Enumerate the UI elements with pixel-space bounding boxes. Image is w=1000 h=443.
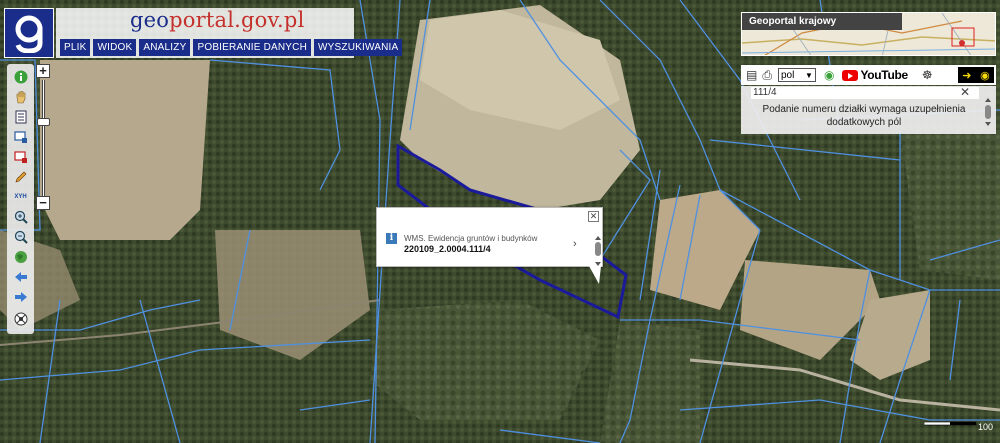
info-icon[interactable] [10, 67, 31, 87]
pencil-icon[interactable] [10, 167, 31, 187]
eye-icon: ◉ [980, 69, 990, 82]
search-message: Podanie numeru działki wymaga uzupełnien… [762, 104, 966, 128]
main-menu: PLIK WIDOK ANALIZY POBIERANIE DANYCH WYS… [60, 39, 403, 56]
youtube-play-icon [842, 69, 859, 81]
back-arrow-icon[interactable] [10, 267, 31, 287]
pan-hand-icon[interactable] [10, 87, 31, 107]
brand-title: geoportal.gov.pl [130, 8, 305, 32]
zoom-minus-button[interactable]: − [36, 196, 50, 210]
popup-parcel-id[interactable]: 220109_2.0004.111/4 [404, 244, 491, 254]
info-icon: i [386, 233, 397, 244]
brand-bar: geoportal.gov.pl PLIK WIDOK ANALIZY POBI… [56, 8, 403, 58]
help-icon[interactable]: ◉ [824, 68, 834, 82]
youtube-label: YouTube [860, 68, 908, 82]
document-icon[interactable]: ▤ [746, 68, 757, 82]
print-icon[interactable]: ⎙ [762, 68, 772, 83]
language-select[interactable]: pol ▼ [777, 68, 816, 82]
scale-label: 100 [978, 422, 994, 432]
app-header: geoportal.gov.pl PLIK WIDOK ANALIZY POBI… [4, 8, 403, 58]
geoportal-logo-icon [15, 15, 43, 53]
menu-item-wyszukiwania[interactable]: WYSZUKIWANIA [314, 39, 403, 56]
right-tool-bar: ▤ ⎙ pol ▼ ◉ YouTube ☸ ➜ ◉ [741, 65, 996, 85]
close-icon[interactable]: ✕ [588, 211, 599, 222]
select-remove-icon[interactable] [10, 147, 31, 167]
left-toolbar: XYH [7, 64, 34, 334]
overview-map[interactable]: Geoportal krajowy [741, 12, 996, 56]
zoom-in-icon[interactable] [10, 207, 31, 227]
xyh-label: XYH [14, 194, 27, 200]
zoom-control: + − [36, 64, 52, 214]
layers-icon[interactable] [10, 107, 31, 127]
zoom-plus-button[interactable]: + [36, 64, 50, 78]
menu-item-pobieranie-danych[interactable]: POBIERANIE DANYCH [193, 39, 312, 56]
feature-info-popup: ✕ i WMS. Ewidencja gruntów i budynków 22… [376, 207, 603, 267]
zoom-out-icon[interactable] [10, 227, 31, 247]
language-value: pol [780, 69, 795, 81]
menu-item-analizy[interactable]: ANALIZY [139, 39, 191, 56]
select-add-icon[interactable] [10, 127, 31, 147]
zoom-slider-handle[interactable] [37, 117, 50, 126]
settings-icon[interactable] [10, 309, 31, 329]
brand-title-rest: portal.gov.pl [169, 8, 305, 32]
overview-title: Geoportal krajowy [742, 13, 902, 30]
xyh-icon[interactable]: XYH [10, 187, 31, 207]
menu-item-widok[interactable]: WIDOK [93, 39, 137, 56]
geoportal-logo[interactable] [4, 8, 54, 58]
popup-scrollbar[interactable] [594, 236, 602, 266]
arrow-right-icon: ➜ [962, 69, 972, 82]
youtube-link[interactable]: YouTube [842, 68, 908, 82]
parcel-search-input[interactable]: 111/4 [751, 87, 979, 99]
close-icon[interactable]: ✕ [960, 85, 970, 99]
globe-icon[interactable] [10, 247, 31, 267]
brand-title-geo: geo [130, 8, 170, 32]
forward-arrow-icon[interactable] [10, 287, 31, 307]
field-area [40, 60, 210, 240]
chevron-right-icon[interactable]: › [573, 238, 577, 250]
zoom-slider-track[interactable] [42, 80, 45, 196]
accessibility-icon[interactable]: ☸ [922, 68, 933, 82]
menu-item-plik[interactable]: PLIK [60, 39, 91, 56]
search-scrollbar[interactable] [984, 98, 992, 126]
search-panel: 111/4 ✕ Podanie numeru działki wymaga uz… [741, 85, 996, 134]
popup-pointer [589, 266, 601, 284]
contrast-toggle[interactable]: ➜ ◉ [958, 67, 994, 83]
chevron-down-icon: ▼ [805, 70, 813, 80]
popup-service-name: WMS. Ewidencja gruntów i budynków [404, 234, 538, 243]
